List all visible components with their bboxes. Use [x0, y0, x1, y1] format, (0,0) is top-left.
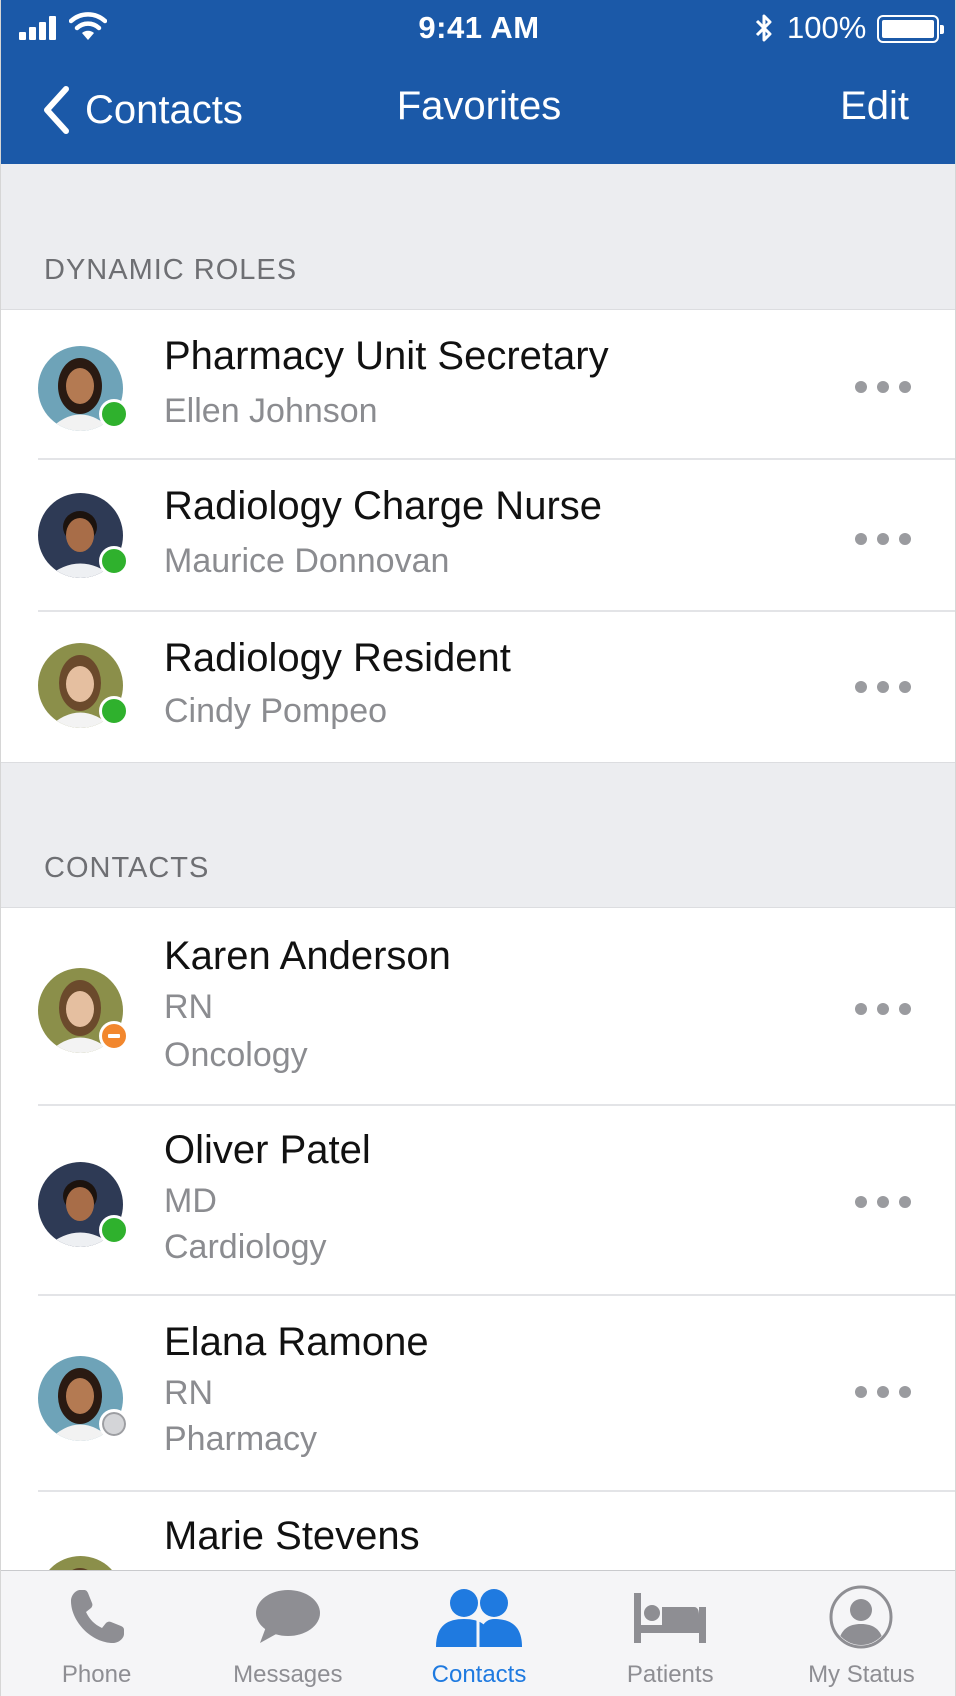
avatar: [38, 1356, 129, 1441]
avatar: [38, 968, 129, 1053]
list-item[interactable]: Elana Ramone RN Pharmacy: [1, 1296, 955, 1492]
contact-department: Oncology: [164, 1036, 308, 1074]
chevron-left-icon: [44, 86, 69, 134]
presence-busy-icon: [99, 1021, 129, 1051]
avatar: [38, 346, 129, 431]
contact-name: Elana Ramone: [164, 1320, 429, 1364]
presence-available-icon: [99, 546, 129, 576]
presence-available-icon: [99, 1215, 129, 1245]
contact-role: RN: [164, 1374, 214, 1412]
tab-bar: Phone Messages Contacts Patients My Stat…: [1, 1570, 955, 1696]
tab-messages[interactable]: Messages: [192, 1571, 383, 1696]
back-button[interactable]: Contacts: [41, 80, 243, 140]
list-item[interactable]: Marie Stevens: [1, 1492, 955, 1641]
more-options-button[interactable]: [855, 1194, 911, 1210]
bed-icon: [625, 1579, 715, 1655]
section-title: CONTACTS: [44, 852, 210, 884]
status-bar: 9:41 AM 100%: [1, 0, 955, 60]
contact-name: Marie Stevens: [164, 1514, 420, 1558]
avatar: [38, 1162, 129, 1247]
role-title: Radiology Charge Nurse: [164, 484, 603, 528]
tab-phone[interactable]: Phone: [1, 1571, 192, 1696]
role-assignee: Maurice Donnovan: [164, 542, 450, 580]
presence-available-icon: [99, 399, 129, 429]
list-item[interactable]: Karen Anderson RN Oncology: [1, 908, 955, 1106]
role-assignee: Ellen Johnson: [164, 392, 378, 430]
more-options-button[interactable]: [855, 379, 911, 395]
list-item[interactable]: Pharmacy Unit Secretary Ellen Johnson: [1, 310, 955, 460]
list-item[interactable]: Oliver Patel MD Cardiology: [1, 1106, 955, 1296]
battery-icon: [877, 15, 944, 43]
role-assignee: Cindy Pompeo: [164, 692, 388, 730]
contact-department: Cardiology: [164, 1228, 327, 1266]
more-options-button[interactable]: [855, 1384, 911, 1400]
tab-patients[interactable]: Patients: [575, 1571, 766, 1696]
role-title: Pharmacy Unit Secretary: [164, 334, 609, 378]
tab-label: Patients: [626, 1661, 714, 1688]
contact-name: Oliver Patel: [164, 1128, 371, 1172]
presence-available-icon: [99, 696, 129, 726]
avatar: [38, 643, 129, 728]
message-bubble-icon: [243, 1579, 333, 1655]
tab-contacts[interactable]: Contacts: [383, 1571, 574, 1696]
user-circle-icon: [816, 1579, 906, 1655]
navigation-bar: Contacts Favorites Edit: [1, 70, 955, 150]
phone-icon: [52, 1579, 142, 1655]
contact-role: RN: [164, 988, 214, 1026]
section-header-dynamic-roles: DYNAMIC ROLES: [1, 164, 955, 310]
contact-department: Pharmacy: [164, 1420, 318, 1458]
tab-label: Phone: [61, 1661, 132, 1688]
back-button-label: Contacts: [85, 87, 243, 132]
tab-label: Messages: [233, 1661, 343, 1688]
people-icon: [434, 1579, 524, 1655]
more-options-button[interactable]: [855, 679, 911, 695]
list-item[interactable]: Radiology Charge Nurse Maurice Donnovan: [1, 460, 955, 612]
tab-my-status[interactable]: My Status: [766, 1571, 955, 1696]
contact-role: MD: [164, 1182, 217, 1220]
more-options-button[interactable]: [855, 531, 911, 547]
more-options-button[interactable]: [855, 1001, 911, 1017]
presence-offline-icon: [99, 1409, 129, 1439]
contact-name: Karen Anderson: [164, 934, 451, 978]
tab-label: Contacts: [431, 1661, 527, 1688]
section-header-contacts: CONTACTS: [1, 762, 955, 908]
list-item[interactable]: Radiology Resident Cindy Pompeo: [1, 612, 955, 762]
role-title: Radiology Resident: [164, 636, 511, 680]
edit-button[interactable]: Edit: [840, 84, 909, 129]
app-screen: 9:41 AM 100% Contacts Favorites Edit DYN…: [0, 0, 956, 1696]
section-title: DYNAMIC ROLES: [44, 254, 298, 286]
app-header: 9:41 AM 100% Contacts Favorites Edit: [1, 0, 955, 164]
avatar: [38, 493, 129, 578]
battery-percent: 100%: [787, 10, 867, 45]
tab-label: My Status: [808, 1661, 915, 1688]
bluetooth-icon: [755, 14, 772, 42]
